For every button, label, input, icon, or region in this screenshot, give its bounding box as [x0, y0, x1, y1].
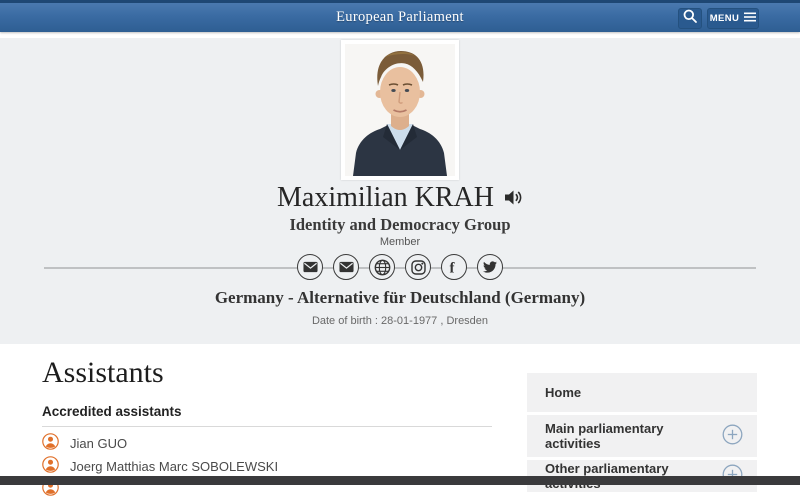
- hamburger-icon: [744, 12, 756, 25]
- email-icon[interactable]: [297, 254, 323, 280]
- assistants-section-title: Assistants: [42, 356, 164, 390]
- member-role: Member: [0, 236, 800, 248]
- email-alt-icon[interactable]: [333, 254, 359, 280]
- constituency-line: Germany - Alternative für Deutschland (G…: [0, 288, 800, 308]
- date-of-birth: Date of birth : 28-01-1977 , Dresden: [0, 315, 800, 327]
- bottom-overlay-bar: [0, 476, 800, 485]
- expand-plus-icon[interactable]: [722, 424, 743, 448]
- assistant-name: Joerg Matthias Marc SOBOLEWSKI: [70, 459, 278, 474]
- accredited-assistants-heading: Accredited assistants: [42, 404, 182, 419]
- accredited-assistants-list: Jian GUO Joerg Matthias Marc SOBOLEWSKI: [42, 432, 502, 501]
- divider-line: [42, 426, 492, 427]
- search-icon: [682, 8, 698, 29]
- twitter-icon[interactable]: [477, 254, 503, 280]
- svg-text:f: f: [450, 261, 456, 276]
- political-group: Identity and Democracy Group: [0, 215, 800, 235]
- sidebar-item-label: Home: [545, 385, 581, 400]
- list-item: Jian GUO: [42, 432, 502, 455]
- website-icon[interactable]: [369, 254, 395, 280]
- speaker-icon[interactable]: [504, 189, 523, 211]
- mep-portrait-photo: [341, 40, 459, 180]
- person-icon: [42, 456, 59, 478]
- sidebar-item-main-parliamentary-activities[interactable]: Main parliamentary activities: [527, 415, 757, 457]
- facebook-icon[interactable]: f: [441, 254, 467, 280]
- social-links-row: f: [0, 254, 800, 282]
- list-item: Joerg Matthias Marc SOBOLEWSKI: [42, 455, 502, 478]
- instagram-icon[interactable]: [405, 254, 431, 280]
- menu-button[interactable]: MENU: [707, 8, 759, 29]
- search-button[interactable]: [678, 8, 702, 29]
- main-content: Assistants Accredited assistants Jian GU…: [0, 344, 800, 485]
- person-icon: [42, 433, 59, 455]
- top-header-bar: European Parliament MENU: [0, 0, 800, 32]
- menu-button-label: MENU: [710, 13, 740, 24]
- sidebar-item-home[interactable]: Home: [527, 373, 757, 412]
- assistant-name: Jian GUO: [70, 436, 127, 451]
- sidebar-item-label: Main parliamentary activities: [545, 421, 722, 451]
- mep-name: Maximilian KRAH: [277, 182, 494, 214]
- profile-hero-section: Maximilian KRAH Identity and Democracy G…: [0, 38, 800, 344]
